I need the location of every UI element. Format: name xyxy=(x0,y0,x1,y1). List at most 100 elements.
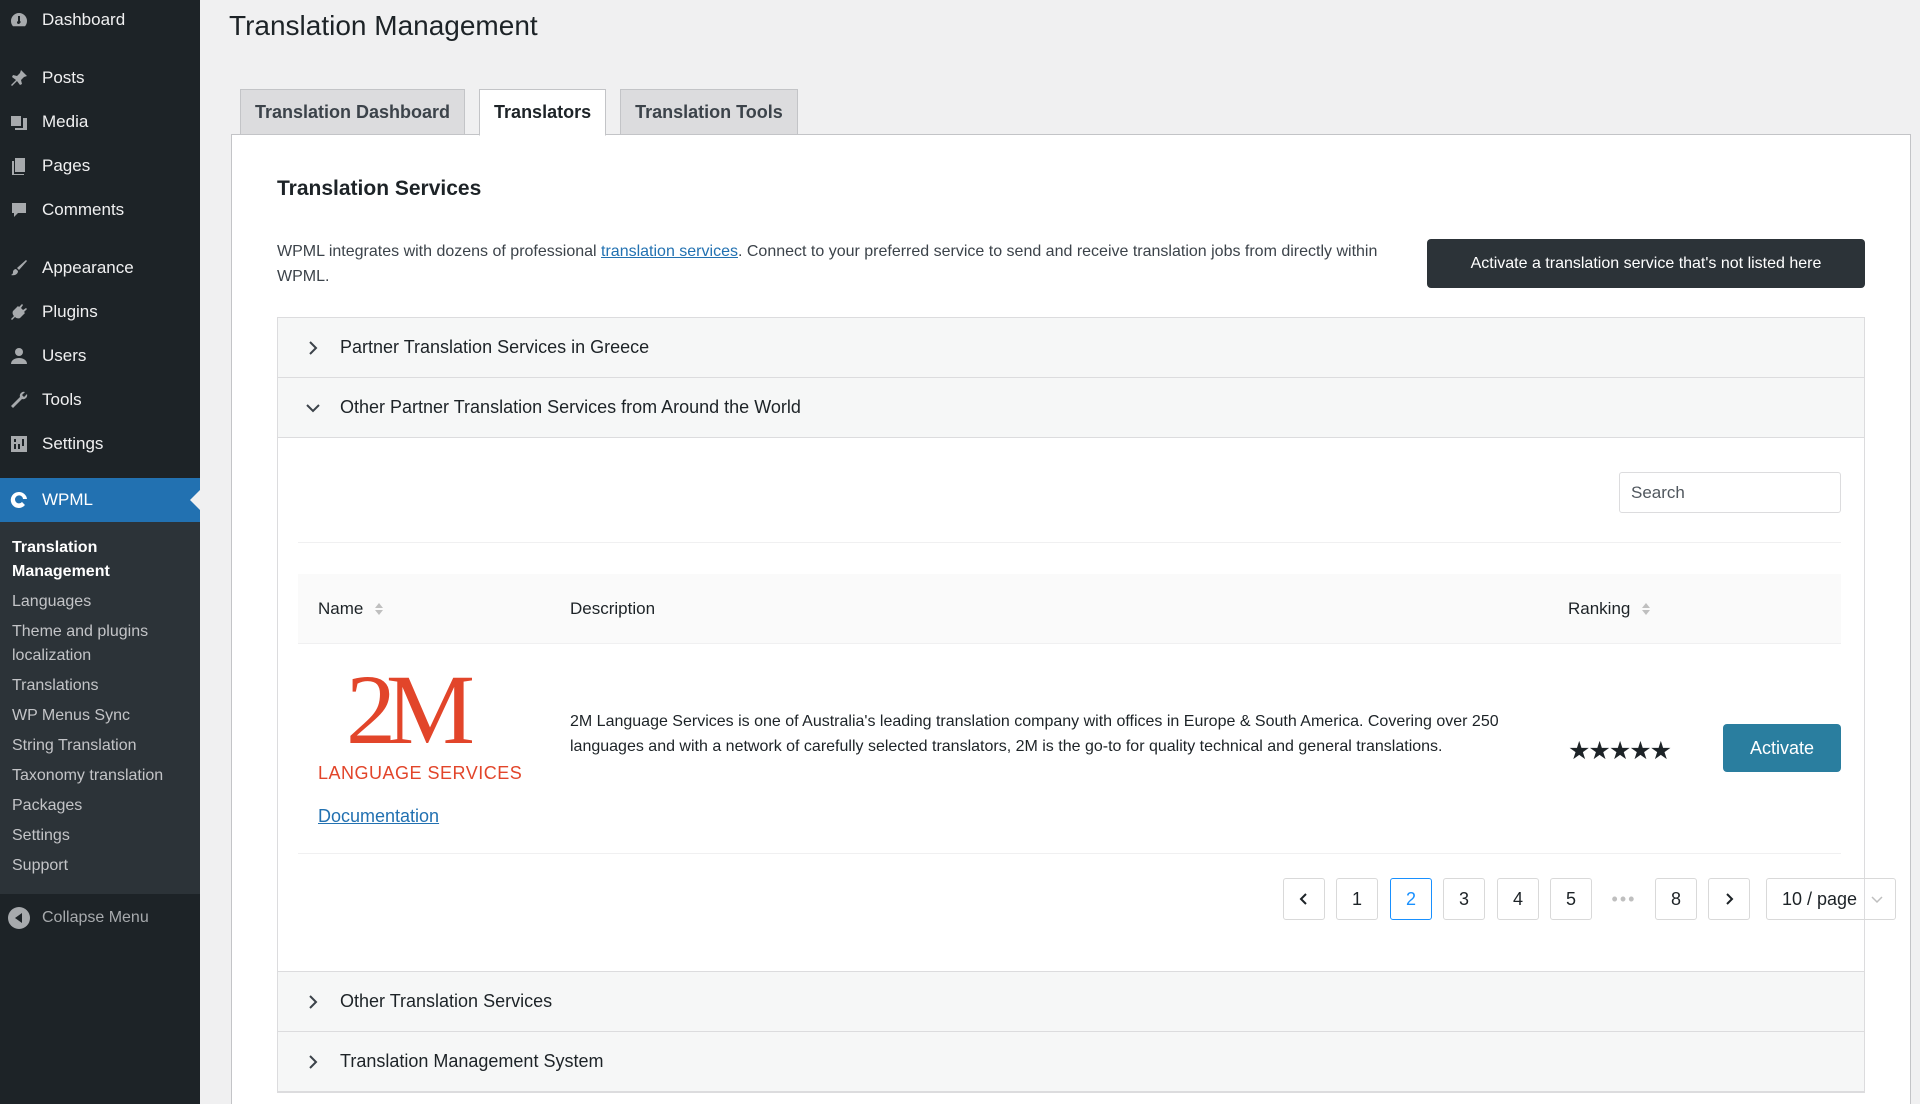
menu-users[interactable]: Users xyxy=(0,334,200,378)
submenu-packages[interactable]: Packages xyxy=(0,794,200,818)
section-title: Translation Services xyxy=(277,177,482,200)
menu-dashboard[interactable]: Dashboard xyxy=(0,0,200,42)
column-label: Description xyxy=(570,599,656,618)
activate-button[interactable]: Activate xyxy=(1723,724,1841,772)
column-label: Ranking xyxy=(1568,599,1631,618)
menu-pages[interactable]: Pages xyxy=(0,144,200,188)
submenu-wp-menus-sync[interactable]: WP Menus Sync xyxy=(0,704,200,728)
menu-label: Settings xyxy=(42,434,104,453)
service-logo: 2M LANGUAGE SERVICES xyxy=(318,660,522,784)
submenu-string-translation[interactable]: String Translation xyxy=(0,734,200,758)
menu-label: Pages xyxy=(42,156,91,175)
logo-text: LANGUAGE SERVICES xyxy=(318,763,523,783)
chevron-right-icon xyxy=(1726,893,1734,905)
section-world-header[interactable]: Other Partner Translation Services from … xyxy=(278,378,1864,438)
search-input[interactable] xyxy=(1619,472,1841,513)
sliders-icon xyxy=(8,433,30,455)
menu-media[interactable]: Media xyxy=(0,100,200,144)
menu-appearance[interactable]: Appearance xyxy=(0,246,200,290)
page-ellipsis[interactable]: ••• xyxy=(1603,878,1645,920)
plug-icon xyxy=(8,301,30,323)
chevron-right-icon xyxy=(298,992,328,1012)
menu-label: WPML xyxy=(42,490,93,509)
menu-plugins[interactable]: Plugins xyxy=(0,290,200,334)
translators-panel: Translation Services WPML integrates wit… xyxy=(231,134,1911,1104)
collapse-arrow-icon xyxy=(8,907,30,929)
page-button[interactable]: 4 xyxy=(1497,878,1539,920)
menu-tools[interactable]: Tools xyxy=(0,378,200,422)
next-page-button[interactable] xyxy=(1708,878,1750,920)
media-icon xyxy=(8,111,30,133)
submenu-support[interactable]: Support xyxy=(0,854,200,878)
translation-services-link[interactable]: translation services xyxy=(601,243,738,260)
collapse-menu-button[interactable]: Collapse Menu xyxy=(0,898,200,938)
table-header: Name Description Ranking xyxy=(298,574,1841,644)
divider xyxy=(298,542,1841,543)
submenu-translations[interactable]: Translations xyxy=(0,674,200,698)
submenu-settings[interactable]: Settings xyxy=(0,824,200,848)
page-button[interactable]: 3 xyxy=(1443,878,1485,920)
section-other-header[interactable]: Other Translation Services xyxy=(278,972,1864,1032)
page-button[interactable]: 8 xyxy=(1655,878,1697,920)
section-label: Partner Translation Services in Greece xyxy=(340,337,650,357)
menu-wpml[interactable]: WPML xyxy=(0,478,200,522)
column-name-header[interactable]: Name xyxy=(318,574,383,644)
chevron-left-icon xyxy=(1299,893,1307,905)
menu-comments[interactable]: Comments xyxy=(0,188,200,232)
menu-posts[interactable]: Posts xyxy=(0,56,200,100)
service-description: 2M Language Services is one of Australia… xyxy=(570,713,1499,755)
submenu-languages[interactable]: Languages xyxy=(0,590,200,614)
menu-label: Dashboard xyxy=(42,10,126,29)
intro-text-start: WPML integrates with dozens of professio… xyxy=(277,243,602,260)
rating-stars: ★★★★★ xyxy=(1568,737,1672,765)
column-label: Name xyxy=(318,599,364,618)
menu-label: Comments xyxy=(42,200,125,219)
submenu-translation-management[interactable]: Translation Management xyxy=(0,536,200,584)
user-icon xyxy=(8,345,30,367)
section-label: Other Translation Services xyxy=(340,991,553,1011)
chevron-down-icon xyxy=(298,398,328,418)
prev-page-button[interactable] xyxy=(1283,878,1325,920)
pagination: 1 2 3 4 5 ••• 8 10 / page xyxy=(278,878,1896,920)
submenu-theme-plugins-localization[interactable]: Theme and plugins localization xyxy=(0,620,200,668)
services-accordion: Partner Translation Services in Greece O… xyxy=(277,317,1896,1093)
page-button-current[interactable]: 2 xyxy=(1390,878,1432,920)
tab-bar: Translation Dashboard Translators Transl… xyxy=(240,89,812,136)
tab-translation-tools[interactable]: Translation Tools xyxy=(620,89,798,135)
chevron-right-icon xyxy=(298,1052,328,1072)
menu-label: Users xyxy=(42,346,87,365)
tab-translators[interactable]: Translators xyxy=(479,89,607,136)
activate-unlisted-service-button[interactable]: Activate a translation service that's no… xyxy=(1427,239,1865,288)
menu-label: Appearance xyxy=(42,258,134,277)
logo-mark: 2M xyxy=(346,654,475,765)
column-description-header: Description xyxy=(570,574,655,644)
brush-icon xyxy=(8,257,30,279)
tab-translation-dashboard[interactable]: Translation Dashboard xyxy=(240,89,466,135)
sort-icon[interactable] xyxy=(375,603,383,615)
sort-icon[interactable] xyxy=(1642,603,1650,615)
collapse-label: Collapse Menu xyxy=(42,909,149,926)
comment-icon xyxy=(8,199,30,221)
section-label: Other Partner Translation Services from … xyxy=(340,397,801,417)
column-ranking-header[interactable]: Ranking xyxy=(1568,574,1650,644)
page-button[interactable]: 1 xyxy=(1336,878,1378,920)
section-tms-header[interactable]: Translation Management System xyxy=(278,1032,1864,1092)
chevron-down-icon xyxy=(1871,896,1883,904)
table-row: 2M LANGUAGE SERVICES Documentation 2M La… xyxy=(298,644,1841,854)
menu-label: Posts xyxy=(42,68,85,87)
documentation-link[interactable]: Documentation xyxy=(318,806,439,827)
menu-label: Tools xyxy=(42,390,82,409)
section-world-body: Name Description Ranking 2M LANGUAGE SER… xyxy=(278,438,1896,972)
admin-sidebar: Dashboard Posts Media Pages Comments App… xyxy=(0,0,200,1104)
menu-settings[interactable]: Settings xyxy=(0,422,200,466)
dashboard-icon xyxy=(8,9,30,31)
page-size-value: 10 / page xyxy=(1782,888,1858,909)
page-button[interactable]: 5 xyxy=(1550,878,1592,920)
pages-icon xyxy=(8,155,30,177)
section-greece-header[interactable]: Partner Translation Services in Greece xyxy=(278,318,1864,378)
intro-text: WPML integrates with dozens of professio… xyxy=(277,239,1387,289)
page-title: Translation Management xyxy=(229,10,538,41)
pin-icon xyxy=(8,67,30,89)
submenu-taxonomy-translation[interactable]: Taxonomy translation xyxy=(0,764,200,788)
page-size-select[interactable]: 10 / page xyxy=(1766,878,1896,920)
